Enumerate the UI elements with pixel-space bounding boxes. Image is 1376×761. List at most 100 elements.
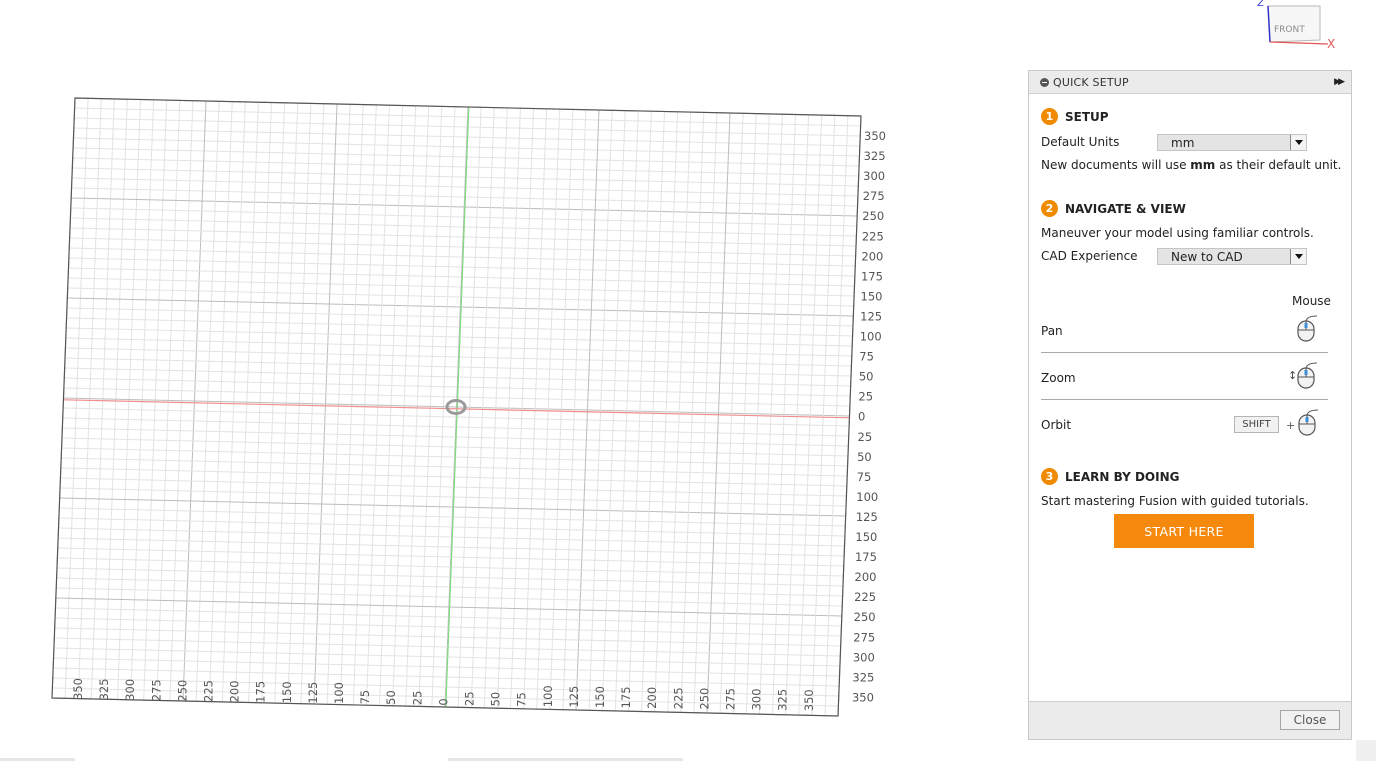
- grid-label-bottom: 300: [750, 688, 764, 710]
- collapse-icon[interactable]: [1040, 77, 1049, 87]
- viewcube[interactable]: FRONT X Z: [1250, 0, 1340, 60]
- setup-title: SETUP: [1065, 109, 1109, 124]
- quick-setup-panel: QUICK SETUP ▶▶ 1 SETUP Default Units mm …: [1028, 70, 1352, 740]
- grid-label-right: 225: [862, 229, 884, 243]
- grid-label-right: 275: [863, 189, 885, 203]
- scrollbar-corner: [1356, 740, 1376, 761]
- setup-section-heading: 1 SETUP: [1041, 108, 1109, 125]
- grid-label-bottom: 50: [384, 690, 398, 705]
- chevron-down-icon[interactable]: [1290, 249, 1306, 264]
- default-units-label: Default Units: [1041, 135, 1120, 149]
- quick-setup-header: QUICK SETUP ▶▶: [1029, 71, 1351, 94]
- units-note-suffix: as their default unit.: [1215, 158, 1342, 172]
- step-number-2: 2: [1041, 200, 1058, 217]
- grid-label-bottom: 75: [358, 690, 372, 705]
- grid-label-bottom: 275: [149, 679, 163, 701]
- grid-label-bottom: 200: [228, 680, 242, 702]
- cad-experience-value: New to CAD: [1171, 249, 1243, 264]
- grid-label-right: 175: [855, 550, 877, 564]
- grid-label-bottom: 25: [463, 691, 477, 706]
- pan-label: Pan: [1041, 324, 1063, 338]
- grid-label-right: 300: [863, 169, 885, 183]
- grid-label-right: 350: [852, 690, 874, 704]
- zoom-label: Zoom: [1041, 371, 1076, 385]
- navigate-section-heading: 2 NAVIGATE & VIEW: [1041, 200, 1186, 217]
- grid-label-bottom: 350: [71, 678, 85, 700]
- grid-label-bottom: 350: [802, 689, 816, 711]
- units-note-bold: mm: [1190, 158, 1216, 172]
- learn-title: LEARN BY DOING: [1065, 469, 1180, 484]
- grid-label-right: 0: [858, 410, 865, 424]
- grid-label-bottom: 75: [515, 692, 529, 707]
- step-number-1: 1: [1041, 108, 1058, 125]
- grid-label-right: 75: [857, 470, 872, 484]
- step-number-3: 3: [1041, 468, 1058, 485]
- svg-text:↕: ↕: [1288, 369, 1297, 382]
- divider: [1041, 399, 1328, 400]
- default-units-dropdown[interactable]: mm: [1157, 134, 1307, 151]
- grid-label-right: 125: [860, 309, 882, 323]
- grid-label-bottom: 50: [489, 692, 503, 707]
- grid-label-right: 200: [861, 249, 883, 263]
- grid-label-bottom: 250: [175, 680, 189, 702]
- grid-label-right: 100: [856, 490, 878, 504]
- navigate-description: Maneuver your model using familiar contr…: [1041, 226, 1314, 240]
- grid-label-right: 350: [864, 129, 886, 143]
- start-here-button[interactable]: START HERE: [1114, 514, 1254, 548]
- close-button[interactable]: Close: [1280, 710, 1340, 730]
- grid-label-right: 125: [856, 510, 878, 524]
- units-note-prefix: New documents will use: [1041, 158, 1191, 172]
- grid-label-right: 325: [852, 670, 874, 684]
- quick-setup-title: QUICK SETUP: [1053, 75, 1129, 89]
- grid-label-right: 225: [854, 590, 876, 604]
- units-note: New documents will use mm as their defau…: [1041, 158, 1341, 172]
- grid-label-bottom: 225: [671, 687, 685, 709]
- grid-label-bottom: 200: [645, 687, 659, 709]
- grid-label-bottom: 175: [619, 686, 633, 708]
- grid-label-bottom: 275: [724, 688, 738, 710]
- shift-key-badge: SHIFT: [1234, 416, 1279, 433]
- grid-label-bottom: 125: [306, 682, 320, 704]
- grid-label-right: 25: [858, 430, 873, 444]
- grid-label-right: 25: [858, 390, 873, 404]
- grid-label-right: 75: [859, 350, 874, 364]
- expand-panel-icon[interactable]: ▶▶: [1334, 77, 1345, 87]
- viewcube-axis-z: Z: [1257, 0, 1264, 9]
- grid-label-right: 150: [861, 289, 883, 303]
- grid-label-bottom: 0: [436, 698, 450, 705]
- viewcube-axis-x: X: [1327, 37, 1335, 51]
- chevron-down-icon[interactable]: [1290, 135, 1306, 150]
- grid-label-right: 175: [861, 269, 883, 283]
- grid-label-right: 100: [860, 330, 882, 344]
- quick-setup-footer: Close: [1029, 701, 1351, 739]
- mouse-pan-icon: [1297, 315, 1318, 342]
- default-units-value: mm: [1171, 135, 1195, 150]
- ground-grid: [51, 97, 862, 717]
- grid-label-right: 250: [862, 209, 884, 223]
- navigate-title: NAVIGATE & VIEW: [1065, 201, 1186, 216]
- cad-experience-dropdown[interactable]: New to CAD: [1157, 248, 1307, 265]
- grid-label-bottom: 250: [697, 688, 711, 710]
- grid-label-right: 325: [864, 149, 886, 163]
- orbit-label: Orbit: [1041, 418, 1072, 432]
- learn-description: Start mastering Fusion with guided tutor…: [1041, 494, 1309, 508]
- grid-label-right: 150: [855, 530, 877, 544]
- grid-label-bottom: 125: [567, 686, 581, 708]
- grid-label-bottom: 25: [410, 691, 424, 706]
- cad-experience-label: CAD Experience: [1041, 249, 1138, 263]
- grid-label-right: 275: [853, 630, 875, 644]
- mouse-zoom-icon: ↕: [1288, 362, 1318, 389]
- grid-label-bottom: 100: [332, 682, 346, 704]
- grid-label-bottom: 225: [202, 680, 216, 702]
- grid-label-bottom: 150: [280, 681, 294, 703]
- canvas-viewport[interactable]: 3503253002752502252001751501251007550250…: [0, 0, 1020, 761]
- learn-section-heading: 3 LEARN BY DOING: [1041, 468, 1179, 485]
- grid-label-right: 50: [859, 370, 874, 384]
- grid-label-right: 50: [857, 450, 872, 464]
- grid-label-bottom: 325: [97, 678, 111, 700]
- grid-label-bottom: 100: [541, 685, 555, 707]
- plus-sign: +: [1286, 419, 1296, 432]
- grid-label-bottom: 150: [593, 686, 607, 708]
- grid-label-bottom: 325: [776, 689, 790, 711]
- grid-label-bottom: 175: [254, 681, 268, 703]
